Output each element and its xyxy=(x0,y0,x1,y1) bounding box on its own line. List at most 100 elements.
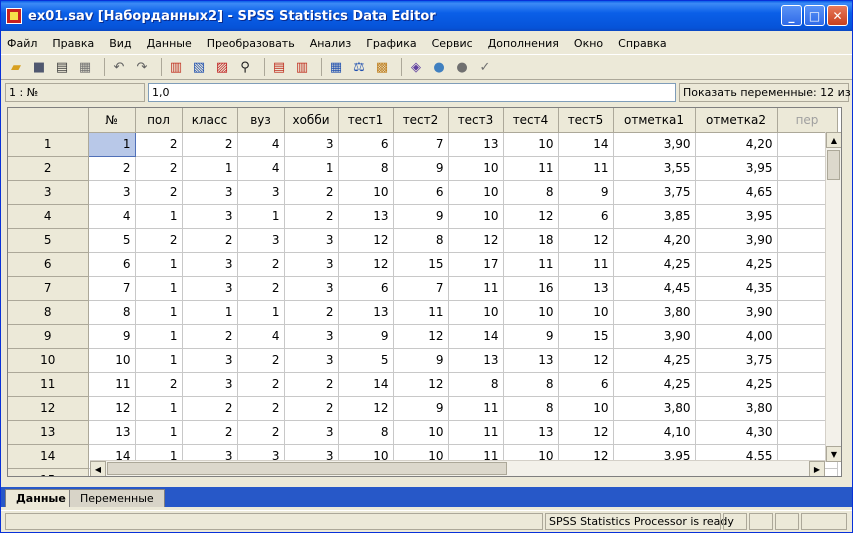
data-cell[interactable]: 3 xyxy=(284,276,339,301)
data-cell[interactable]: 1 xyxy=(135,204,183,229)
data-cell[interactable]: 2 xyxy=(135,180,183,205)
data-cell[interactable]: 4 xyxy=(88,204,136,229)
column-header[interactable]: отметка1 xyxy=(613,108,696,133)
data-cell[interactable]: 5 xyxy=(338,348,394,373)
data-cell[interactable]: 12 xyxy=(448,228,504,253)
data-cell[interactable]: 2 xyxy=(237,372,285,397)
data-cell[interactable]: 3,75 xyxy=(613,180,696,205)
data-cell[interactable]: 12 xyxy=(558,228,614,253)
data-cell[interactable]: 4,25 xyxy=(613,252,696,277)
data-cell[interactable]: 2 xyxy=(284,372,339,397)
data-cell[interactable]: 3,80 xyxy=(613,300,696,325)
data-cell[interactable]: 1 xyxy=(182,300,238,325)
data-cell[interactable]: 13 xyxy=(558,276,614,301)
data-cell[interactable]: 9 xyxy=(503,324,559,349)
data-cell[interactable]: 2 xyxy=(135,132,183,157)
tab-data-view[interactable]: Данные xyxy=(5,489,77,507)
column-header[interactable]: вуз xyxy=(237,108,285,133)
data-cell[interactable]: 4,25 xyxy=(695,252,778,277)
minimize-button[interactable]: _ xyxy=(781,5,802,26)
data-cell[interactable]: 13 xyxy=(448,348,504,373)
data-cell[interactable]: 6 xyxy=(338,276,394,301)
row-header[interactable]: 4 xyxy=(8,204,89,229)
row-header[interactable]: 7 xyxy=(8,276,89,301)
weight-cases-icon[interactable]: ⚖ xyxy=(350,58,368,76)
menu-data[interactable]: Данные xyxy=(147,37,192,50)
data-cell[interactable]: 10 xyxy=(88,348,136,373)
data-cell[interactable]: 3 xyxy=(88,180,136,205)
data-cell[interactable]: 14 xyxy=(448,324,504,349)
data-cell[interactable]: 13 xyxy=(88,420,136,445)
data-cell[interactable]: 9 xyxy=(393,156,449,181)
spss-app-icon[interactable] xyxy=(6,8,22,24)
show-all-icon[interactable]: ● xyxy=(453,58,471,76)
data-cell[interactable]: 3 xyxy=(182,372,238,397)
save-icon[interactable]: ■ xyxy=(30,58,48,76)
data-cell[interactable]: 15 xyxy=(558,324,614,349)
data-cell[interactable]: 2 xyxy=(237,396,285,421)
close-button[interactable]: ✕ xyxy=(827,5,848,26)
data-cell[interactable]: 9 xyxy=(393,348,449,373)
data-cell[interactable]: 12 xyxy=(558,348,614,373)
data-cell[interactable]: 2 xyxy=(182,396,238,421)
data-cell[interactable]: 8 xyxy=(448,372,504,397)
data-cell[interactable]: 3 xyxy=(237,228,285,253)
data-cell[interactable]: 9 xyxy=(393,396,449,421)
data-cell[interactable]: 3 xyxy=(182,252,238,277)
data-cell[interactable]: 6 xyxy=(393,180,449,205)
data-cell[interactable]: 3,90 xyxy=(613,132,696,157)
data-cell[interactable]: 2 xyxy=(135,228,183,253)
corner-cell[interactable] xyxy=(8,108,89,133)
data-cell[interactable]: 3,90 xyxy=(613,324,696,349)
data-cell[interactable]: 10 xyxy=(558,300,614,325)
data-cell[interactable]: 10 xyxy=(448,204,504,229)
data-cell[interactable]: 3 xyxy=(182,276,238,301)
menu-view[interactable]: Вид xyxy=(109,37,131,50)
data-cell[interactable]: 2 xyxy=(182,420,238,445)
data-cell[interactable]: 3,85 xyxy=(613,204,696,229)
value-labels-icon[interactable]: ◈ xyxy=(407,58,425,76)
row-header[interactable]: 11 xyxy=(8,372,89,397)
data-cell[interactable]: 1 xyxy=(182,156,238,181)
data-cell[interactable]: 8 xyxy=(338,420,394,445)
row-header[interactable]: 6 xyxy=(8,252,89,277)
data-cell[interactable]: 7 xyxy=(88,276,136,301)
data-cell[interactable]: 1 xyxy=(87,131,136,157)
data-cell[interactable]: 2 xyxy=(237,420,285,445)
data-cell[interactable]: 3 xyxy=(284,348,339,373)
data-cell[interactable]: 12 xyxy=(338,252,394,277)
variables-icon[interactable]: ▨ xyxy=(213,58,231,76)
tab-variable-view[interactable]: Переменные xyxy=(69,489,165,507)
data-cell[interactable]: 8 xyxy=(503,180,559,205)
open-icon[interactable]: ▰ xyxy=(7,58,25,76)
cell-value-input[interactable]: 1,0 xyxy=(148,83,676,102)
data-cell[interactable]: 4 xyxy=(237,324,285,349)
data-cell[interactable]: 8 xyxy=(503,396,559,421)
data-cell[interactable]: 10 xyxy=(503,300,559,325)
data-cell[interactable]: 3 xyxy=(182,348,238,373)
column-header[interactable]: пер xyxy=(777,108,838,133)
column-header[interactable]: пол xyxy=(135,108,183,133)
data-cell[interactable]: 12 xyxy=(558,420,614,445)
row-header[interactable]: 2 xyxy=(8,156,89,181)
row-header[interactable]: 9 xyxy=(8,324,89,349)
data-cell[interactable]: 3 xyxy=(182,204,238,229)
data-cell[interactable]: 6 xyxy=(88,252,136,277)
row-header[interactable]: 13 xyxy=(8,420,89,445)
data-cell[interactable]: 17 xyxy=(448,252,504,277)
redo-icon[interactable]: ↷ xyxy=(133,58,151,76)
data-cell[interactable]: 2 xyxy=(284,180,339,205)
data-cell[interactable]: 13 xyxy=(503,348,559,373)
data-cell[interactable]: 12 xyxy=(338,228,394,253)
data-cell[interactable]: 4,30 xyxy=(695,420,778,445)
data-cell[interactable]: 2 xyxy=(135,156,183,181)
data-cell[interactable]: 3 xyxy=(284,324,339,349)
data-cell[interactable]: 4,20 xyxy=(613,228,696,253)
column-header[interactable]: хобби xyxy=(284,108,339,133)
row-header[interactable]: 3 xyxy=(8,180,89,205)
data-cell[interactable]: 1 xyxy=(135,396,183,421)
data-cell[interactable]: 10 xyxy=(338,180,394,205)
row-header[interactable]: 12 xyxy=(8,396,89,421)
column-header[interactable]: тест3 xyxy=(448,108,504,133)
data-cell[interactable]: 11 xyxy=(503,252,559,277)
